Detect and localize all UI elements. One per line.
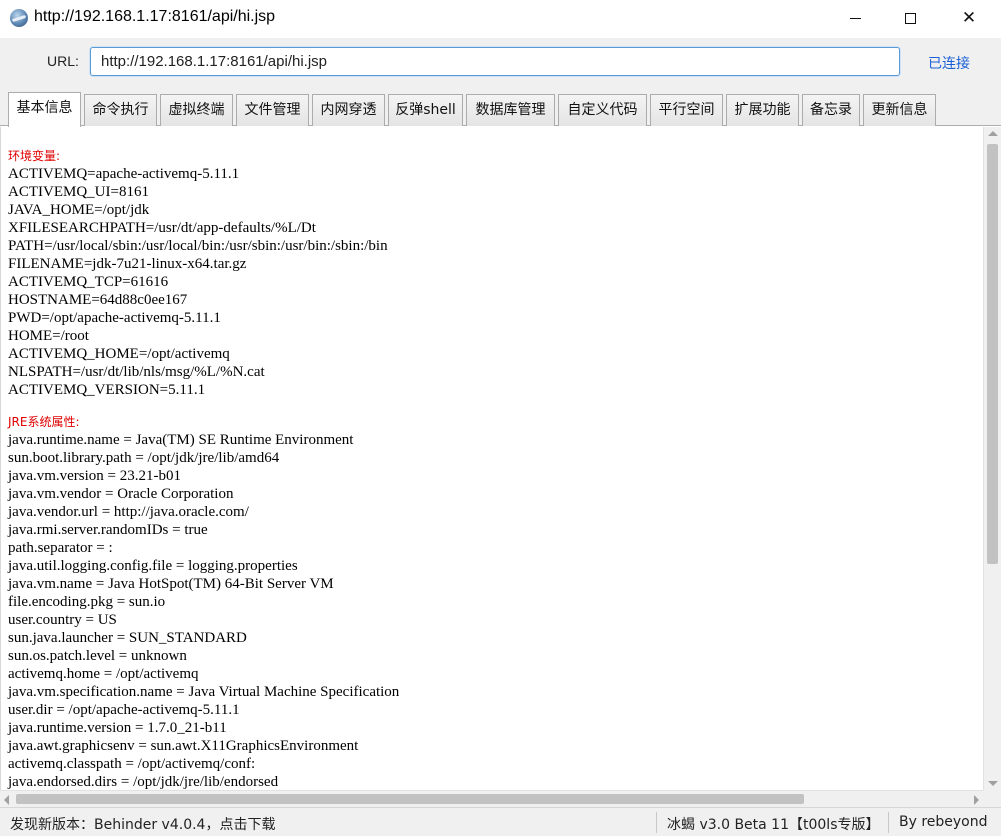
jre-line: java.vm.name = Java HotSpot(TM) 64-Bit S… <box>8 576 334 592</box>
title-bar: http://192.168.1.17:8161/api/hi.jsp ✕ <box>0 0 1001 38</box>
jre-line: java.vm.version = 23.21-b01 <box>8 468 182 484</box>
jre-line: java.rmi.server.randomIDs = true <box>8 522 208 538</box>
jre-line: java.runtime.name = Java(TM) SE Runtime … <box>8 432 354 448</box>
tab-virtual-terminal[interactable]: 虚拟终端 <box>160 94 233 126</box>
tab-basic-info[interactable]: 基本信息 <box>8 92 81 127</box>
status-divider <box>656 812 657 833</box>
version-label: 冰蝎 v3.0 Beta 11【t00ls专版】 <box>667 817 880 833</box>
connection-status: 已连接 <box>928 56 970 72</box>
url-toolbar: URL: http://192.168.1.17:8161/api/hi.jsp… <box>0 38 1001 88</box>
env-line: HOME=/root <box>8 328 89 344</box>
minimize-icon <box>849 17 861 19</box>
jre-line: path.separator = : <box>8 540 113 556</box>
tab-memo[interactable]: 备忘录 <box>802 94 860 126</box>
env-line: NLSPATH=/usr/dt/lib/nls/msg/%L/%N.cat <box>8 364 265 380</box>
scrollbar-corner <box>983 790 1001 807</box>
jre-line: sun.java.launcher = SUN_STANDARD <box>8 630 247 646</box>
jre-line: user.dir = /opt/apache-activemq-5.11.1 <box>8 702 240 718</box>
jre-section-title: JRE系统属性: <box>8 415 80 429</box>
status-bar: 发现新版本：Behinder v4.0.4，点击下载 冰蝎 v3.0 Beta … <box>0 807 1001 836</box>
jre-line: java.awt.graphicsenv = sun.awt.X11Graphi… <box>8 738 359 754</box>
tab-intranet-tunnel[interactable]: 内网穿透 <box>312 94 385 126</box>
author-label: By rebeyond <box>899 814 988 830</box>
jre-line: java.vm.specification.name = Java Virtua… <box>8 684 400 700</box>
app-logo-icon <box>10 9 28 27</box>
jre-line: java.endorsed.dirs = /opt/jdk/jre/lib/en… <box>8 774 279 790</box>
jre-line: sun.os.patch.level = unknown <box>8 648 187 664</box>
tab-bar: 基本信息 命令执行 虚拟终端 文件管理 内网穿透 反弹shell 数据库管理 自… <box>0 88 1001 127</box>
jre-line: sun.boot.library.path = /opt/jdk/jre/lib… <box>8 450 280 466</box>
tab-extensions[interactable]: 扩展功能 <box>726 94 799 126</box>
minimize-button[interactable] <box>832 0 878 36</box>
jre-line: java.vm.vendor = Oracle Corporation <box>8 486 234 502</box>
jre-line: java.util.logging.config.file = logging.… <box>8 558 298 574</box>
jre-line: file.encoding.pkg = sun.io <box>8 594 166 610</box>
tab-file-manager[interactable]: 文件管理 <box>236 94 309 126</box>
jre-line: user.country = US <box>8 612 117 628</box>
url-label: URL: <box>47 53 79 69</box>
env-line: PWD=/opt/apache-activemq-5.11.1 <box>8 310 221 326</box>
jre-line: activemq.classpath = /opt/activemq/conf: <box>8 756 256 772</box>
vertical-scrollbar[interactable] <box>983 127 1001 790</box>
env-line: ACTIVEMQ_HOME=/opt/activemq <box>8 346 230 362</box>
horizontal-scroll-thumb[interactable] <box>16 794 804 804</box>
tab-database-manager[interactable]: 数据库管理 <box>466 94 555 126</box>
tab-reverse-shell[interactable]: 反弹shell <box>388 94 463 126</box>
env-line: PATH=/usr/local/sbin:/usr/local/bin:/usr… <box>8 238 388 254</box>
url-input[interactable]: http://192.168.1.17:8161/api/hi.jsp <box>90 47 900 76</box>
maximize-button[interactable] <box>887 0 933 36</box>
jre-line: java.vendor.url = http://java.oracle.com… <box>8 504 249 520</box>
env-line: XFILESEARCHPATH=/usr/dt/app-defaults/%L/… <box>8 220 316 236</box>
scroll-down-icon[interactable] <box>988 781 998 786</box>
env-line: ACTIVEMQ_TCP=61616 <box>8 274 169 290</box>
env-line: ACTIVEMQ=apache-activemq-5.11.1 <box>8 166 240 182</box>
jre-line: java.runtime.version = 1.7.0_21-b11 <box>8 720 227 736</box>
info-panel: 环境变量: ACTIVEMQ=apache-activemq-5.11.1 AC… <box>0 127 983 790</box>
window-title: http://192.168.1.17:8161/api/hi.jsp <box>34 8 276 25</box>
close-icon: ✕ <box>961 8 977 28</box>
info-text: 环境变量: ACTIVEMQ=apache-activemq-5.11.1 AC… <box>8 147 978 790</box>
maximize-icon <box>904 12 916 24</box>
env-line: HOSTNAME=64d88c0ee167 <box>8 292 188 308</box>
status-divider <box>888 812 889 833</box>
tab-command-exec[interactable]: 命令执行 <box>84 94 157 126</box>
env-line: FILENAME=jdk-7u21-linux-x64.tar.gz <box>8 256 247 272</box>
close-button[interactable]: ✕ <box>946 0 992 36</box>
scroll-left-icon[interactable] <box>4 795 9 805</box>
env-line: JAVA_HOME=/opt/jdk <box>8 202 150 218</box>
env-section-title: 环境变量: <box>8 149 61 163</box>
env-line: ACTIVEMQ_VERSION=5.11.1 <box>8 382 206 398</box>
scroll-right-icon[interactable] <box>974 795 979 805</box>
tab-custom-code[interactable]: 自定义代码 <box>558 94 647 126</box>
env-line: ACTIVEMQ_UI=8161 <box>8 184 149 200</box>
tab-parallel-space[interactable]: 平行空间 <box>650 94 723 126</box>
update-notice-link[interactable]: 发现新版本：Behinder v4.0.4，点击下载 <box>10 814 275 834</box>
horizontal-scrollbar[interactable] <box>0 790 983 807</box>
jre-line: activemq.home = /opt/activemq <box>8 666 199 682</box>
scroll-up-icon[interactable] <box>988 131 998 136</box>
tab-update-info[interactable]: 更新信息 <box>863 94 936 126</box>
vertical-scroll-thumb[interactable] <box>987 144 998 564</box>
